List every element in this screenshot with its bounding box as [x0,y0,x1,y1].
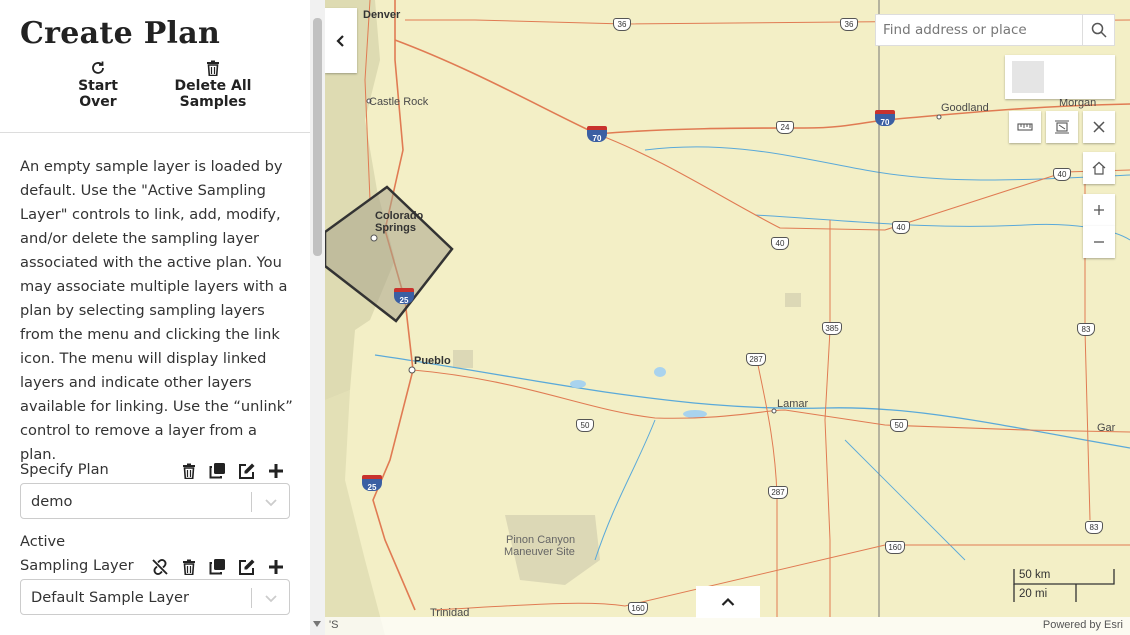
sidebar-scrollbar[interactable] [310,0,325,635]
measure-distance-button[interactable] [1009,111,1041,143]
place-label: Springs [375,222,416,234]
plus-icon [1094,205,1104,215]
scale-mi-label: 20 mi [1019,588,1048,600]
basemap-toggle[interactable] [1005,55,1115,99]
place-label: Maneuver Site [504,546,575,558]
place-label: Lamar [777,398,809,410]
search-icon [1091,22,1107,38]
area-measure-icon [1055,120,1069,134]
start-over-label: Start Over [78,78,118,110]
highway-shield: 385 [822,322,842,335]
highway-shield: 50 [576,419,594,432]
place-label: Colorado [375,210,424,222]
home-button[interactable] [1083,152,1115,184]
highway-shield: 24 [776,121,794,134]
search-input[interactable] [876,15,1082,45]
scrollbar-thumb[interactable] [313,18,322,256]
attribution-bar: 'S Powered by Esri [325,617,1130,635]
active-layer-label-line1: Active [20,533,66,550]
sidebar-panel: Create Plan Start Over Delete All Sample… [0,0,325,635]
highway-shield: 40 [892,221,910,234]
instructions-text: An empty sample layer is loaded by defau… [20,158,293,463]
add-layer-icon[interactable] [266,557,285,576]
sidebar-content: Create Plan Start Over Delete All Sample… [0,0,310,635]
zoom-out-button[interactable] [1083,226,1115,258]
delete-layer-icon[interactable] [179,557,198,576]
highway-shield: 36 [613,18,631,31]
delete-all-label: Delete All Samples [174,78,252,110]
highway-shield: 25 [362,475,382,492]
unlink-icon[interactable] [150,557,169,576]
ruler-icon [1017,123,1033,131]
minus-icon [1094,241,1104,243]
attribution-text: 'S [329,619,339,631]
measure-area-button[interactable] [1046,111,1078,143]
scroll-down-arrow-icon[interactable] [313,621,321,627]
zoom-in-button[interactable] [1083,194,1115,226]
highway-shield: 50 [890,419,908,432]
highway-shield: 287 [746,353,766,366]
place-label: Goodland [941,102,989,114]
trash-icon [207,60,219,76]
place-label: Pinon Canyon [506,534,576,546]
place-label: Denver [363,9,401,21]
select-separator [251,588,252,608]
layer-actions [150,557,285,576]
expand-table-button[interactable] [696,586,760,618]
highway-shield: 36 [840,18,858,31]
search-button[interactable] [1082,15,1114,45]
close-icon [1093,121,1105,133]
delete-all-samples-button[interactable]: Delete All Samples [166,60,260,110]
search-widget [875,14,1115,46]
powered-by-esri[interactable]: Powered by Esri [1043,619,1123,631]
close-measure-button[interactable] [1083,111,1115,143]
highway-shield: 287 [768,486,788,499]
page-title: Create Plan [20,16,221,51]
plan-select[interactable]: demo [20,483,290,519]
select-separator [251,492,252,512]
plan-select-value: demo [31,493,73,510]
highway-shield: 70 [587,126,607,143]
active-layer-label-line2: Sampling Layer [20,557,134,574]
chevron-down-icon[interactable] [264,495,278,509]
sampling-layer-select[interactable]: Default Sample Layer [20,579,290,615]
scale-bar: 50 km 20 mi [1013,568,1115,604]
sampling-layer-select-value: Default Sample Layer [31,589,190,606]
chevron-down-icon[interactable] [264,591,278,605]
map-view[interactable]: Denver Castle Rock Colorado Springs Pueb… [325,0,1130,635]
highway-shield: 40 [771,237,789,250]
highway-shield: 83 [1085,521,1103,534]
refresh-icon [92,61,104,74]
divider [0,132,310,133]
clone-layer-icon[interactable] [208,557,227,576]
highway-shield: 70 [875,110,895,127]
highway-shield: 25 [394,288,414,305]
chevron-left-icon [336,34,344,47]
start-over-button[interactable]: Start Over [68,60,128,110]
chevron-up-icon [721,597,735,606]
add-plan-icon[interactable] [266,461,285,480]
place-label: Castle Rock [369,96,429,108]
highway-shield: 160 [628,602,648,615]
collapse-panel-button[interactable] [325,8,357,73]
specify-plan-label: Specify Plan [20,461,109,478]
plan-actions [179,461,285,480]
highway-shield: 83 [1077,323,1095,336]
place-label: Pueblo [414,355,451,367]
highway-shield: 160 [885,541,905,554]
edit-layer-icon[interactable] [237,557,256,576]
home-icon [1092,161,1106,175]
place-label: Gar [1097,422,1116,434]
delete-plan-icon[interactable] [179,461,198,480]
highway-shield: 40 [1053,168,1071,181]
scale-km-label: 50 km [1019,569,1051,581]
edit-plan-icon[interactable] [237,461,256,480]
clone-plan-icon[interactable] [208,461,227,480]
basemap-thumbnail[interactable] [1012,61,1044,93]
